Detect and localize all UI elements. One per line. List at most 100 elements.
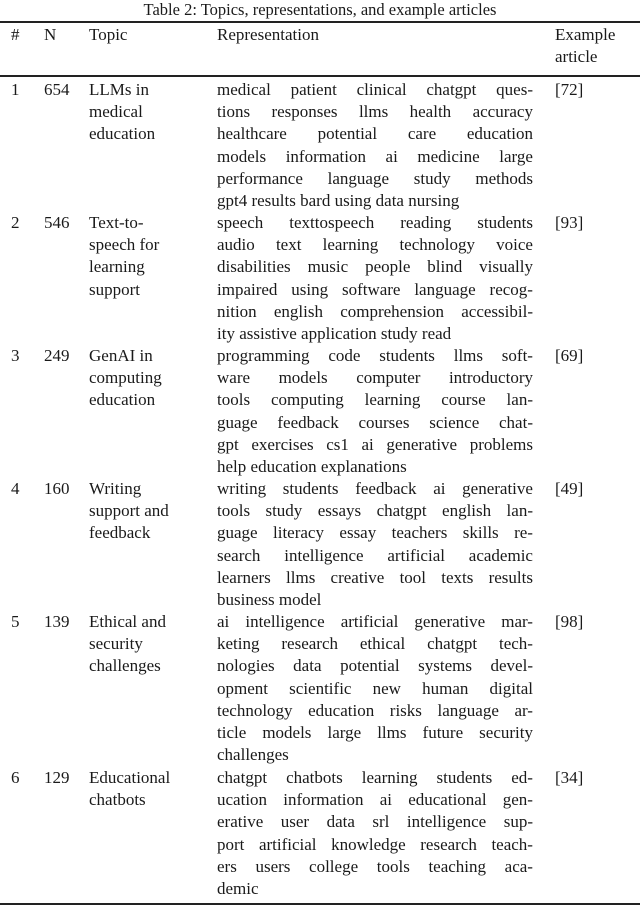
representation-word: tools [376,856,410,876]
top-rule [0,21,640,23]
representation-word: code [328,346,361,365]
topic-line: education [89,390,156,410]
representation-word: ai [361,434,374,454]
representation-word: ers [217,856,237,876]
representation-line: challenges [217,745,289,765]
representation-word: literacy [273,523,324,543]
representation-word: new [372,678,401,698]
header-representation: Representation [217,25,319,44]
representation-word: impaired [217,279,278,299]
row-count: 129 [44,768,70,787]
representation-word: cs1 [326,434,349,454]
representation-word: ar- [514,700,533,720]
representation-line: gpt exercises cs1 ai generative problems [217,434,533,456]
representation-word: digital [489,678,533,698]
representation-word: tech- [498,634,533,654]
representation-words: learners llms creative tool texts results [217,567,533,589]
representation-word: programming [217,346,310,365]
representation-word: srl [372,812,390,832]
representation-word: tools [217,390,251,410]
representation-word: computing [270,390,344,410]
table-caption: Table 2: Topics, representations, and ex… [143,0,497,19]
representation-word: people [365,257,411,277]
representation-line: ers users college tools teaching aca- [217,856,533,878]
representation-word: erative [217,812,264,832]
representation-word: performance [217,168,303,188]
topic-line: learning [89,257,145,277]
representation-line: ity assistive application study read [217,324,452,344]
topic-line: chatbots [89,790,146,810]
representation-word: models [217,146,267,166]
representation-word: students [282,479,339,498]
topic-line: Writing [89,479,142,498]
representation-word: learning [361,768,418,787]
topic-line: support [89,279,140,299]
representation-words: models information ai medicine large [217,146,533,168]
representation-line: nition english comprehension accessibil- [217,301,533,323]
representation-word: ware [217,368,251,388]
representation-words: speech texttospeech reading students [217,212,533,234]
representation-word: technology [217,700,293,720]
representation-word: visually [479,257,533,277]
representation-word: guage [217,523,258,543]
representation-word: results [488,567,533,587]
representation-word: nition [217,301,257,321]
representation-line: nologies data potential systems devel- [217,655,533,677]
representation-word: potential [340,656,400,676]
row-count: 546 [44,213,70,232]
representation-words: keting research ethical chatgpt tech- [217,633,533,655]
row-number: 6 [11,768,20,787]
representation-word: teaching [428,856,487,876]
representation-word: feedback [355,479,417,498]
representation-word: courses [358,412,410,432]
representation-word: reading [400,213,452,232]
representation-word: mar- [501,612,533,631]
representation-word: language [327,168,390,188]
representation-word: user [280,812,310,832]
representation-word: opment [217,678,268,698]
representation-word: medicine [417,146,480,166]
header-example-line: Example [555,25,616,44]
representation-word: keting [217,634,260,654]
representation-word: science [429,412,480,432]
representation-word: language [437,700,499,720]
representation-word: chatgpt [427,634,478,654]
representation-line: demic [217,879,259,899]
representation-word: problems [469,434,533,454]
representation-line: performance language study methods [217,168,533,190]
header-n: N [44,25,57,44]
representation-word: generative [414,612,486,631]
row-example-article: [34] [555,768,584,787]
representation-word: course [441,390,486,410]
representation-line: technology education risks language ar- [217,700,533,722]
representation-words: impaired using software language recog- [217,279,533,301]
representation-word: responses [271,102,338,122]
representation-line: gpt4 results bard using data nursing [217,191,460,211]
representation-words: guage literacy essay teachers skills re- [217,522,533,544]
representation-line: business model [217,590,322,610]
topic-line: LLMs in [89,80,149,99]
topic-line: Text-to- [89,213,144,232]
representation-word: using [291,279,329,299]
representation-word: healthcare [217,124,287,144]
representation-word: technology [399,235,475,255]
representation-word: data [293,656,322,676]
row-example-article: [69] [555,346,584,365]
representation-words: search intelligence artificial academic [217,545,533,567]
representation-words: ticle models large llms future security [217,722,533,744]
representation-line: chatgpt chatbots learning students ed- [217,767,533,789]
representation-word: texttospeech [289,213,375,232]
representation-words: nition english comprehension accessibil- [217,301,533,323]
representation-word: recog- [489,279,533,299]
representation-line: disabilities music people blind visually [217,256,533,278]
representation-words: audio text learning technology voice [217,234,533,256]
representation-word: ai [433,479,446,498]
representation-word: potential [317,124,378,144]
representation-word: exercises [251,434,314,454]
representation-line: erative user data srl intelligence sup- [217,811,533,833]
representation-words: opment scientific new human digital [217,678,533,700]
representation-word: intelligence [245,612,325,631]
representation-word: skills [462,523,499,543]
row-example-article: [49] [555,479,584,498]
row-topic: Educational chatbots [89,767,207,811]
